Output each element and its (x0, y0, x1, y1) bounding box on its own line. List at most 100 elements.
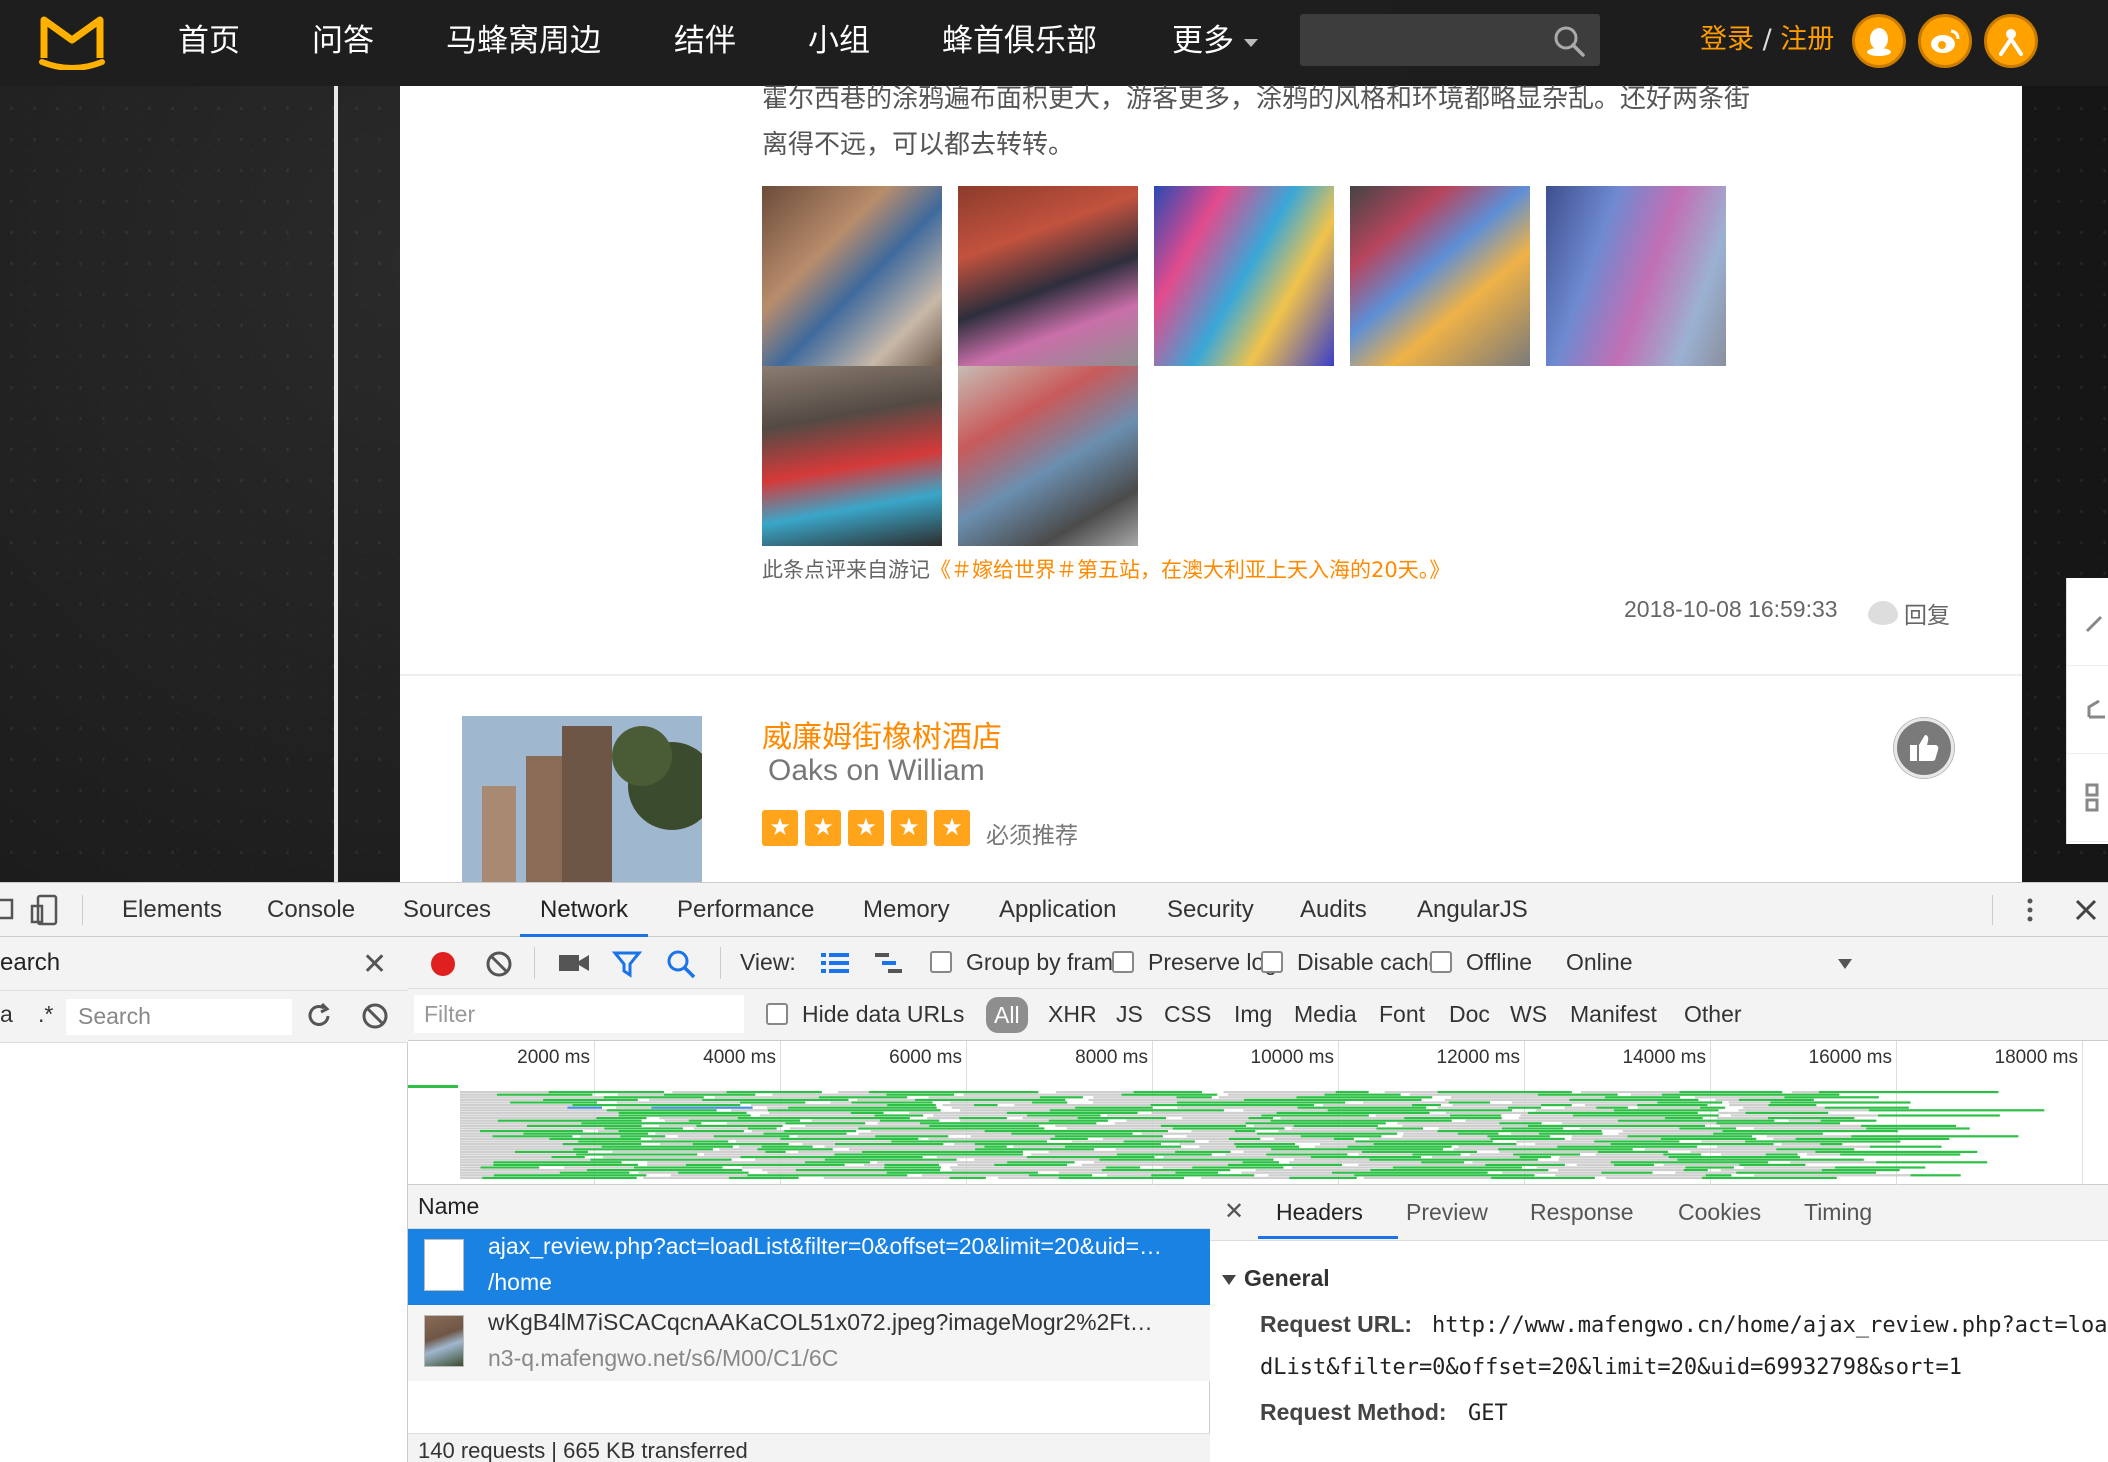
nav-item-club[interactable]: 蜂首俱乐部 (942, 18, 1097, 64)
screenshot-camera-icon[interactable] (558, 951, 590, 975)
timeline-bar-download (664, 1093, 756, 1096)
tab-elements[interactable]: Elements (122, 883, 222, 937)
timeline-bar-download (1498, 1148, 1633, 1151)
site-search-input[interactable] (1300, 14, 1600, 66)
inspect-element-icon[interactable] (0, 894, 24, 926)
tab-performance[interactable]: Performance (677, 883, 814, 937)
timeline-bar-waiting (951, 1106, 1076, 1109)
preserve-log-checkbox[interactable] (1112, 951, 1134, 973)
nav-item-qa[interactable]: 问答 (312, 18, 374, 64)
refresh-icon[interactable] (304, 1001, 334, 1031)
weibo-login-icon[interactable] (1918, 14, 1972, 68)
edit-tool-button[interactable] (2067, 578, 2108, 666)
filter-type-manifest[interactable]: Manifest (1570, 1001, 1657, 1028)
tab-angularjs[interactable]: AngularJS (1417, 883, 1528, 937)
group-by-frame-checkbox[interactable] (930, 951, 952, 973)
filter-type-js[interactable]: JS (1116, 1001, 1143, 1028)
record-button[interactable] (428, 949, 458, 979)
offline-label: Offline (1466, 949, 1533, 975)
qq-login-icon[interactable] (1852, 14, 1906, 68)
timeline-bar-download (1613, 1109, 1719, 1112)
nav-item-groups[interactable]: 小组 (808, 18, 870, 64)
name-column-header[interactable]: Name (408, 1185, 1210, 1229)
timeline-bar-download (1663, 1153, 1702, 1156)
filter-type-img[interactable]: Img (1234, 1001, 1272, 1028)
hide-data-urls-checkbox[interactable] (766, 1003, 788, 1025)
filter-icon[interactable] (612, 949, 642, 979)
close-icon[interactable]: ✕ (362, 947, 387, 982)
throttling-select[interactable]: Online (1566, 949, 1632, 976)
hotel-photo[interactable] (462, 716, 702, 882)
nav-item-companion[interactable]: 结伴 (674, 18, 736, 64)
filter-type-all[interactable]: All (986, 997, 1028, 1033)
timeline-bar-waiting (1630, 1093, 1662, 1096)
more-options-icon[interactable] (2014, 894, 2046, 926)
disable-cache-checkbox[interactable] (1261, 951, 1283, 973)
tab-console[interactable]: Console (267, 883, 355, 937)
review-photo[interactable] (958, 186, 1138, 366)
timeline-bar-waiting (460, 1174, 494, 1177)
qrcode-tool-button[interactable] (2067, 754, 2108, 842)
search-icon[interactable] (666, 949, 696, 979)
review-photo[interactable] (762, 186, 942, 366)
search-drawer-input[interactable]: Search (66, 999, 292, 1035)
network-overview-timeline[interactable]: 2000 ms 4000 ms 6000 ms 8000 ms 10000 ms… (408, 1041, 2108, 1185)
review-photo[interactable] (1154, 186, 1334, 366)
tab-cookies[interactable]: Cookies (1678, 1199, 1761, 1226)
travelogue-link[interactable]: 《＃嫁给世界＃第五站，在澳大利亚上天入海的20天。》 (930, 558, 1450, 582)
tab-memory[interactable]: Memory (863, 883, 950, 937)
tab-preview[interactable]: Preview (1406, 1199, 1488, 1226)
review-photo[interactable] (762, 366, 942, 546)
filter-type-font[interactable]: Font (1379, 1001, 1425, 1028)
close-details-icon[interactable]: ✕ (1224, 1197, 1244, 1226)
nav-item-home[interactable]: 首页 (178, 18, 240, 64)
register-link[interactable]: 注册 (1780, 24, 1834, 55)
timeline-bar-waiting (954, 1143, 975, 1146)
mafengwo-logo-icon[interactable] (38, 10, 106, 70)
large-rows-icon[interactable] (820, 951, 850, 975)
offline-checkbox[interactable] (1430, 951, 1452, 973)
general-section-toggle[interactable]: General (1222, 1265, 1330, 1292)
tab-application[interactable]: Application (999, 883, 1116, 937)
tab-sources[interactable]: Sources (403, 883, 491, 937)
tab-network[interactable]: Network (520, 883, 649, 937)
hotel-name[interactable]: 威廉姆街橡树酒店 (762, 712, 1002, 756)
filter-input[interactable]: Filter (414, 995, 744, 1033)
tab-response[interactable]: Response (1530, 1199, 1634, 1226)
review-photo[interactable] (1350, 186, 1530, 366)
request-row-selected[interactable]: ajax_review.php?act=loadList&filter=0&of… (408, 1229, 1210, 1305)
close-devtools-icon[interactable] (2070, 894, 2102, 926)
comment-icon (1868, 601, 1898, 625)
renren-login-icon[interactable] (1984, 14, 2038, 68)
nav-item-more[interactable]: 更多 (1172, 18, 1258, 64)
regex-toggle[interactable]: .* (38, 1001, 53, 1028)
timeline-bar-download (493, 1163, 638, 1166)
clear-icon[interactable] (360, 1001, 390, 1031)
filter-type-other[interactable]: Other (1684, 1001, 1742, 1028)
filter-type-media[interactable]: Media (1294, 1001, 1357, 1028)
review-photo[interactable] (1546, 186, 1726, 366)
match-case-toggle[interactable]: a (0, 1001, 13, 1028)
tab-headers[interactable]: Headers (1276, 1199, 1363, 1226)
clear-log-icon[interactable] (484, 949, 514, 979)
chevron-down-icon[interactable] (1838, 959, 1852, 969)
tab-audits[interactable]: Audits (1300, 883, 1367, 937)
review-photo[interactable] (958, 366, 1138, 546)
filter-type-css[interactable]: CSS (1164, 1001, 1211, 1028)
filter-type-xhr[interactable]: XHR (1048, 1001, 1097, 1028)
filter-type-doc[interactable]: Doc (1449, 1001, 1490, 1028)
nav-item-nearby[interactable]: 马蜂窝周边 (446, 18, 601, 64)
timeline-bar-download (780, 1137, 919, 1140)
waterfall-icon[interactable] (874, 951, 904, 975)
search-icon[interactable] (1552, 24, 1586, 58)
device-toolbar-icon[interactable] (30, 894, 62, 926)
filter-type-ws[interactable]: WS (1510, 1001, 1547, 1028)
timeline-bar-download (740, 1156, 923, 1159)
tab-timing[interactable]: Timing (1804, 1199, 1872, 1226)
login-link[interactable]: 登录 (1700, 24, 1754, 55)
thumbs-up-button[interactable] (1894, 718, 1954, 778)
tab-security[interactable]: Security (1167, 883, 1254, 937)
request-row[interactable]: wKgB4lM7iSCACqcnAAKaCOL51x072.jpeg?image… (408, 1305, 1210, 1381)
reply-button[interactable]: 回复 (1868, 596, 1950, 630)
write-tool-button[interactable] (2067, 666, 2108, 754)
